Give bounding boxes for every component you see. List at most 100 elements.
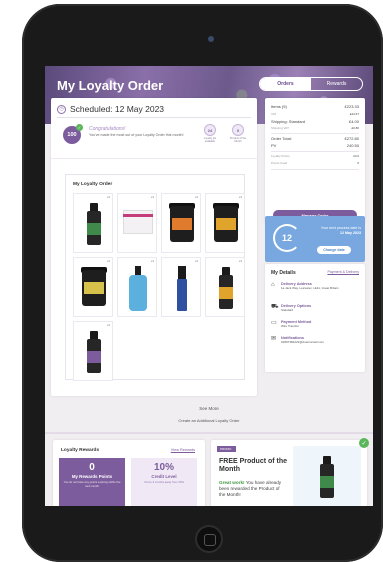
tab-rewards[interactable]: Rewards (311, 78, 362, 90)
summary-label: PV (271, 143, 277, 148)
credit-level-note: You're 3 months away from 15% (143, 480, 185, 484)
home-button-icon[interactable] (195, 525, 223, 553)
product-kit-stripe (123, 214, 153, 217)
product-quantity: x1 (194, 195, 198, 199)
product-item[interactable]: x1 (205, 257, 245, 317)
details-value: Standard (281, 308, 294, 312)
home-icon: ⌂ (271, 282, 275, 288)
summary-row: PV 240.50 (271, 143, 359, 148)
summary-label: VAT (271, 112, 277, 116)
change-date-button[interactable]: Change date (317, 246, 351, 254)
create-order-link[interactable]: Create an Additional Loyalty Order (45, 418, 373, 423)
rewards-points-note: You do not have any points expiring with… (63, 480, 121, 488)
product-quantity: x1 (150, 195, 154, 199)
mail-icon: ✉ (271, 336, 277, 342)
stat-value: 0 (232, 124, 244, 136)
details-row[interactable]: ⌂ Delivery Address 1a Jack Way, Leicester,… (271, 282, 361, 290)
stat-label: Product of the Month (229, 137, 247, 144)
summary-value: £223.33 (344, 104, 359, 109)
page-title: My Loyalty Order (57, 78, 164, 93)
order-items-box: My Loyalty Order x1 x1 x1 x1 x1 x1 x1 x1 x1 (65, 174, 245, 381)
product-roller-image (177, 266, 187, 312)
order-box-title: My Loyalty Order (73, 182, 113, 187)
product-item[interactable]: x1 (161, 193, 201, 253)
summary-value: 240.50 (346, 143, 359, 148)
loyalty-rewards-card: Loyalty Rewards View Rewards 0 My Reward… (53, 440, 205, 506)
summary-value: 0 (357, 161, 359, 165)
product-item[interactable]: x1 (73, 193, 113, 253)
details-row[interactable]: ✉ Notifications 01897384223@doterramail.co… (271, 336, 361, 344)
summary-label: Items (9) (271, 104, 287, 109)
product-item[interactable]: x1 (73, 321, 113, 381)
summary-row: Items (9) £223.33 (271, 104, 359, 109)
bottle-label (320, 476, 334, 488)
summary-row: VAT £44.67 (271, 112, 359, 116)
schedule-title: Scheduled: 12 May 2023 (70, 104, 165, 114)
app-screen: My Loyalty Order Orders Rewards ◷ Schedu… (45, 66, 373, 506)
product-grid: x1 x1 x1 x1 x1 x1 x1 x1 x1 (73, 193, 245, 381)
schedule-card: ◷ Scheduled: 12 May 2023 100 ✓ Congratul… (51, 98, 257, 396)
credit-level-value: 10% (153, 462, 174, 473)
schedule-header: ◷ Scheduled: 12 May 2023 (57, 104, 164, 114)
product-item[interactable]: x1 (117, 193, 157, 253)
divider (57, 117, 251, 118)
product-quantity: x1 (106, 195, 110, 199)
summary-row: Shipping VAT £0.80 (271, 126, 359, 130)
product-quantity: x1 (106, 259, 110, 263)
credit-level-tile: 10% Credit Level You're 3 months away fr… (131, 458, 197, 506)
product-bottle-image (319, 456, 335, 498)
summary-row: Loyalty Points 24.0 (271, 154, 359, 158)
process-date-text: Your next process date is 12 May 2023 (307, 226, 361, 235)
product-pump-image (129, 266, 147, 312)
product-quantity: x1 (238, 195, 242, 199)
summary-label: Shipping: Standard (271, 119, 306, 124)
section-divider (45, 432, 373, 434)
summary-label: Order Total: (271, 136, 292, 141)
product-item[interactable]: x1 (117, 257, 157, 317)
product-bottle-image (86, 203, 102, 245)
summary-value: £44.67 (349, 112, 359, 116)
rewards-points-value: 0 (89, 462, 95, 473)
camera-icon (208, 36, 214, 42)
summary-row: Order Total: £272.80 (271, 136, 359, 141)
stat-label: Loyalty pts available (203, 137, 217, 144)
details-row[interactable]: ⛟ Delivery Options Standard (271, 304, 361, 312)
summary-value: £0.80 (351, 126, 359, 130)
divider (271, 133, 359, 134)
check-icon: ✓ (76, 124, 83, 131)
promo-product-image (293, 446, 361, 506)
rewards-points-tile: 0 My Rewards Points You do not have any … (59, 458, 125, 506)
order-summary: Items (9) £223.33 VAT £44.67 Shipping: Stand… (265, 98, 365, 224)
summary-label: Loyalty Points (271, 154, 290, 158)
product-item[interactable]: x1 (161, 257, 201, 317)
summary-value: £272.80 (344, 136, 359, 141)
promo-title: FREE Product of the Month (219, 458, 288, 474)
see-more-link[interactable]: See More (45, 406, 373, 411)
view-rewards-link[interactable]: View Rewards (171, 448, 195, 452)
calendar-icon: ◷ (57, 104, 66, 114)
rewards-title: Loyalty Rewards (61, 448, 100, 453)
product-quantity: x1 (238, 259, 242, 263)
tab-bar: Orders Rewards (259, 77, 363, 91)
stat-loyalty-points: 24 Loyalty pts available (199, 124, 221, 143)
summary-row: Points Used 0 (271, 161, 359, 165)
process-date-card: 12 Your next process date is 12 May 2023… (265, 216, 365, 262)
tab-orders[interactable]: Orders (260, 78, 311, 90)
product-jar-label (84, 282, 104, 294)
product-jar-label (172, 218, 192, 230)
promo-card: PROMO FREE Product of the Month Great wo… (211, 438, 369, 506)
congrats-text: You've made the most out of your Loyalty… (89, 133, 184, 137)
product-bottle-image (218, 267, 234, 309)
product-bottle-image (86, 331, 102, 373)
product-item[interactable]: x1 (73, 257, 113, 317)
summary-value: £4.00 (348, 119, 359, 124)
card-icon: ▭ (271, 320, 277, 326)
details-row[interactable]: ▭ Payment Method Wire Transfer (271, 320, 361, 328)
summary-value: 24.0 (353, 154, 359, 158)
details-value: 01897384223@doterramail.com (281, 340, 324, 344)
product-item[interactable]: x1 (205, 193, 245, 253)
stat-product-of-month: 0 Product of the Month (227, 124, 249, 143)
payment-delivery-link[interactable]: Payment & Delivery (327, 270, 359, 274)
my-details-card: My Details Payment & Delivery ⌂ Delivery … (265, 264, 365, 372)
product-quantity: x1 (106, 323, 110, 327)
